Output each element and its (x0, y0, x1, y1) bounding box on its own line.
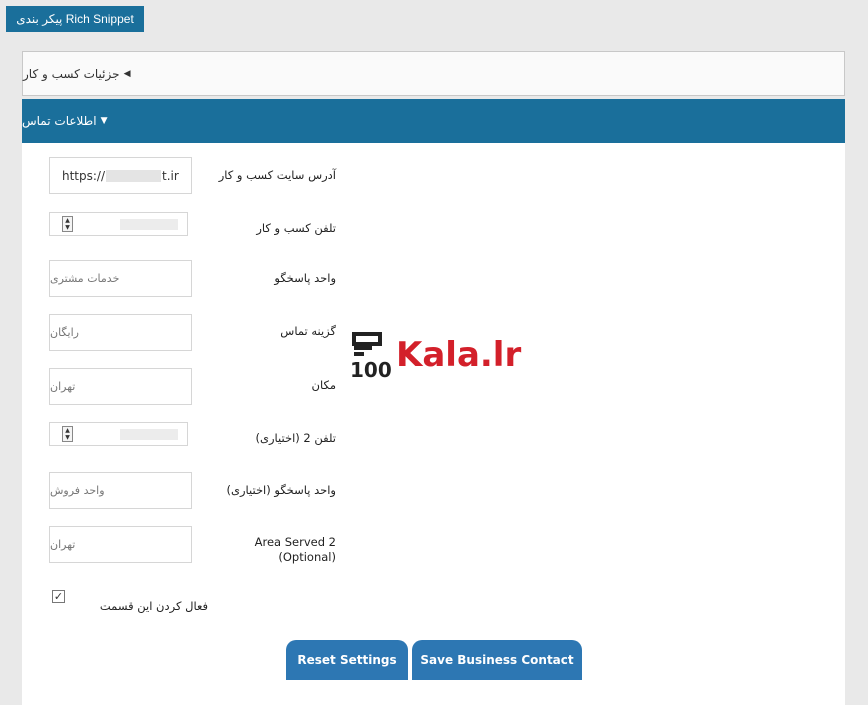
reset-settings-button[interactable]: Reset Settings (286, 640, 408, 680)
responder2-label: واحد پاسخگو (اختیاری) (226, 483, 336, 497)
phone-label: تلفن کسب و کار (256, 221, 336, 235)
caret-left-icon: ◀ (123, 68, 131, 79)
caret-down-icon: ▼ (100, 116, 108, 126)
watermark-text: Kala.lr (396, 335, 522, 375)
responder2-input[interactable]: واحد فروش (49, 472, 192, 509)
contact-option-placeholder: رایگان (50, 326, 79, 339)
watermark-mark: 100 (350, 330, 394, 382)
rich-snippet-config-button[interactable]: پیکر بندی Rich Snippet (6, 6, 144, 32)
responder-label: واحد پاسخگو (274, 271, 336, 285)
responder-placeholder: خدمات مشتری (50, 272, 120, 285)
website-value-suffix: t.ir (162, 168, 179, 183)
phone2-label: تلفن 2 (اختیاری) (255, 431, 336, 445)
area-served2-placeholder: تهران (50, 538, 76, 551)
contact-option-input[interactable]: رایگان (49, 314, 192, 351)
location-input[interactable]: تهران (49, 368, 192, 405)
contact-info-title: اطلاعات تماس (22, 114, 97, 128)
contact-info-panel-body: https:// t.ir آدرس سایت کسب و کار ▲ ▼ تلفن… (22, 143, 845, 705)
watermark-mark-text: 100 (350, 358, 392, 382)
area-served2-label: Area Served 2 (Optional) (254, 535, 336, 564)
phone-input[interactable]: ▲ ▼ (49, 212, 188, 236)
website-value-prefix: https:// (62, 168, 106, 183)
redacted-blur (120, 219, 178, 230)
area-served2-input[interactable]: تهران (49, 526, 192, 563)
contact-option-label: گزینه تماس (280, 324, 336, 338)
enable-section-label: فعال کردن این قسمت (99, 599, 208, 613)
responder2-placeholder: واحد فروش (50, 484, 105, 497)
business-details-title: جزئیات کسب و کار (23, 66, 120, 81)
phone2-input[interactable]: ▲ ▼ (49, 422, 188, 446)
website-input[interactable]: https:// t.ir (49, 157, 192, 194)
spinner-arrows-icon[interactable]: ▲ ▼ (62, 216, 73, 232)
location-label: مکان (311, 378, 336, 392)
location-placeholder: تهران (50, 380, 76, 393)
redacted-blur (106, 169, 162, 182)
watermark-logo: 100 Kala.lr (350, 325, 522, 385)
save-business-contact-button[interactable]: Save Business Contact (412, 640, 582, 680)
business-details-panel-header[interactable]: ◀ جزئیات کسب و کار (22, 51, 845, 96)
spinner-arrows-icon[interactable]: ▲ ▼ (62, 426, 73, 442)
redacted-blur (120, 429, 178, 440)
enable-section-checkbox[interactable]: ✓ (52, 590, 65, 603)
contact-info-panel-header[interactable]: ▼ اطلاعات تماس (22, 99, 845, 143)
responder-input[interactable]: خدمات مشتری (49, 260, 192, 297)
website-label: آدرس سایت کسب و کار (218, 168, 336, 182)
